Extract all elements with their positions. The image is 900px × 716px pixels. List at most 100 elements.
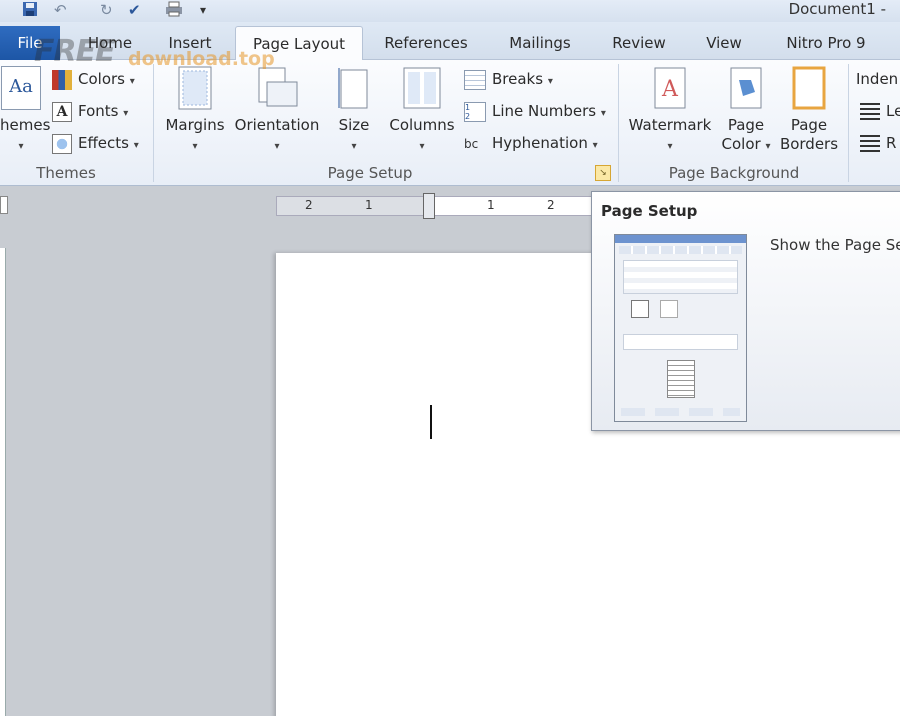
ruler-tick-label: 2 bbox=[547, 198, 555, 212]
breaks-icon bbox=[464, 69, 486, 90]
preview-pages bbox=[623, 334, 738, 350]
theme-colors-button[interactable]: Colors ▾ bbox=[52, 66, 135, 92]
title-bar: ↶ ↻ ✔ ▾ Document1 - bbox=[0, 0, 900, 22]
group-separator bbox=[848, 64, 849, 182]
indent-marker-icon[interactable] bbox=[423, 193, 435, 219]
redo-icon[interactable]: ↻ bbox=[100, 1, 113, 19]
chevron-down-icon: ▾ bbox=[123, 108, 129, 119]
word-window: ↶ ↻ ✔ ▾ Document1 - File Home Insert Pag… bbox=[0, 0, 900, 716]
chevron-down-icon: ▾ bbox=[129, 76, 135, 87]
page-borders-label-2: Borders bbox=[779, 135, 839, 153]
horizontal-ruler[interactable]: 2 1 1 2 bbox=[276, 193, 606, 219]
preview-orientation bbox=[623, 300, 738, 324]
page-setup-tooltip: Page Setup Show the Page Se bbox=[591, 191, 900, 431]
print-icon[interactable] bbox=[164, 1, 184, 21]
chevron-down-icon: ▾ bbox=[547, 76, 553, 87]
chevron-down-icon: ▾ bbox=[133, 140, 139, 151]
group-label-page-setup: Page Setup bbox=[327, 164, 413, 182]
group-label-page-background: Page Background bbox=[668, 164, 800, 182]
watermark-icon: A bbox=[654, 67, 686, 109]
watermark-button[interactable]: A Watermark ▾ bbox=[626, 66, 714, 156]
indent-right-field[interactable]: R bbox=[860, 130, 896, 156]
indent-left-icon bbox=[860, 102, 880, 121]
themes-label: hemes bbox=[0, 116, 51, 134]
page-setup-dialog-preview bbox=[614, 234, 747, 422]
colors-label: Colors bbox=[78, 70, 125, 88]
indent-left-label: Le bbox=[886, 102, 900, 120]
save-icon[interactable] bbox=[22, 1, 38, 21]
chevron-down-icon: ▾ bbox=[18, 141, 24, 152]
page-color-label: Page bbox=[727, 116, 765, 134]
tab-review[interactable]: Review bbox=[604, 26, 674, 60]
page-color-button[interactable]: Page Color ▾ bbox=[716, 66, 776, 156]
preview-margins-fields bbox=[623, 260, 738, 294]
orientation-label: Orientation bbox=[234, 116, 320, 134]
margins-label: Margins bbox=[165, 116, 225, 134]
line-numbers-icon: 12 bbox=[464, 101, 486, 122]
margins-button[interactable]: Margins ▾ bbox=[162, 66, 228, 156]
chevron-down-icon: ▾ bbox=[667, 141, 673, 152]
svg-text:A: A bbox=[661, 77, 679, 102]
undo-icon[interactable]: ↶ bbox=[54, 1, 67, 19]
size-button[interactable]: Size ▾ bbox=[332, 66, 376, 156]
columns-icon bbox=[403, 67, 441, 109]
watermark-logo: FREE bbox=[34, 34, 116, 69]
spelling-check-icon[interactable]: ✔ bbox=[128, 1, 141, 19]
theme-fonts-button[interactable]: A Fonts ▾ bbox=[52, 98, 128, 124]
preview-tabs bbox=[619, 246, 742, 254]
indent-left-field[interactable]: Le bbox=[860, 98, 900, 124]
chevron-down-icon: ▾ bbox=[351, 141, 357, 152]
chevron-down-icon: ▾ bbox=[419, 141, 425, 152]
ruler-margin bbox=[277, 197, 427, 215]
effects-label: Effects bbox=[78, 134, 129, 152]
watermark-label: Watermark bbox=[628, 116, 712, 134]
breaks-label: Breaks bbox=[492, 70, 544, 88]
preview-page-icon bbox=[666, 360, 695, 398]
text-cursor bbox=[430, 405, 432, 439]
preview-titlebar bbox=[615, 235, 746, 243]
indent-right-icon bbox=[860, 134, 880, 153]
tab-references[interactable]: References bbox=[376, 26, 476, 60]
ruler-tick-label: 1 bbox=[365, 198, 373, 212]
hyphenation-label: Hyphenation bbox=[492, 134, 588, 152]
themes-button[interactable]: Aa hemes ▾ bbox=[0, 66, 50, 156]
themes-icon: Aa bbox=[1, 66, 41, 110]
orientation-button[interactable]: Orientation ▾ bbox=[232, 66, 322, 156]
document-title: Document1 - bbox=[788, 0, 886, 18]
tab-mailings[interactable]: Mailings bbox=[498, 26, 582, 60]
theme-effects-button[interactable]: Effects ▾ bbox=[52, 130, 139, 156]
page-color-label-2: Color bbox=[721, 135, 761, 153]
size-icon bbox=[338, 68, 368, 109]
ruler-tick-label: 1 bbox=[487, 198, 495, 212]
page-setup-dialog-launcher[interactable]: ↘ bbox=[595, 165, 611, 181]
fonts-icon: A bbox=[52, 101, 72, 122]
line-numbers-button[interactable]: 1 2 Line Numbers ▾ bbox=[464, 98, 606, 124]
chevron-down-icon: ▾ bbox=[600, 108, 606, 119]
breaks-button[interactable]: Breaks ▾ bbox=[464, 66, 553, 92]
page-color-icon bbox=[730, 67, 762, 109]
size-label: Size bbox=[338, 116, 370, 134]
hyphenation-button[interactable]: bc Hyphenation ▾ bbox=[464, 130, 598, 156]
fonts-label: Fonts bbox=[78, 102, 119, 120]
effects-icon bbox=[52, 133, 72, 154]
preview-buttons bbox=[621, 408, 740, 416]
chevron-down-icon: ▾ bbox=[192, 141, 198, 152]
customize-qat-icon[interactable]: ▾ bbox=[200, 1, 206, 19]
line-numbers-label: Line Numbers bbox=[492, 102, 597, 120]
chevron-down-icon: ▾ bbox=[592, 140, 598, 151]
columns-button[interactable]: Columns ▾ bbox=[386, 66, 458, 156]
chevron-down-icon: ▾ bbox=[274, 141, 280, 152]
colors-icon bbox=[52, 69, 72, 90]
page-borders-label: Page bbox=[790, 116, 828, 134]
ruler-tick-label: 2 bbox=[305, 198, 313, 212]
group-label-themes: Themes bbox=[36, 164, 96, 182]
tooltip-title: Page Setup bbox=[601, 202, 698, 220]
watermark-site: download.top bbox=[128, 48, 275, 70]
ribbon: Aa hemes ▾ Colors ▾ A Fonts ▾ Effects ▾ Th… bbox=[0, 60, 900, 186]
tab-view[interactable]: View bbox=[696, 26, 752, 60]
page-borders-button[interactable]: Page Borders bbox=[778, 66, 840, 154]
tab-nitro-pro[interactable]: Nitro Pro 9 bbox=[774, 26, 878, 60]
columns-label: Columns bbox=[389, 116, 455, 134]
ruler-toggle-button[interactable] bbox=[0, 196, 8, 214]
margins-icon bbox=[178, 66, 212, 110]
